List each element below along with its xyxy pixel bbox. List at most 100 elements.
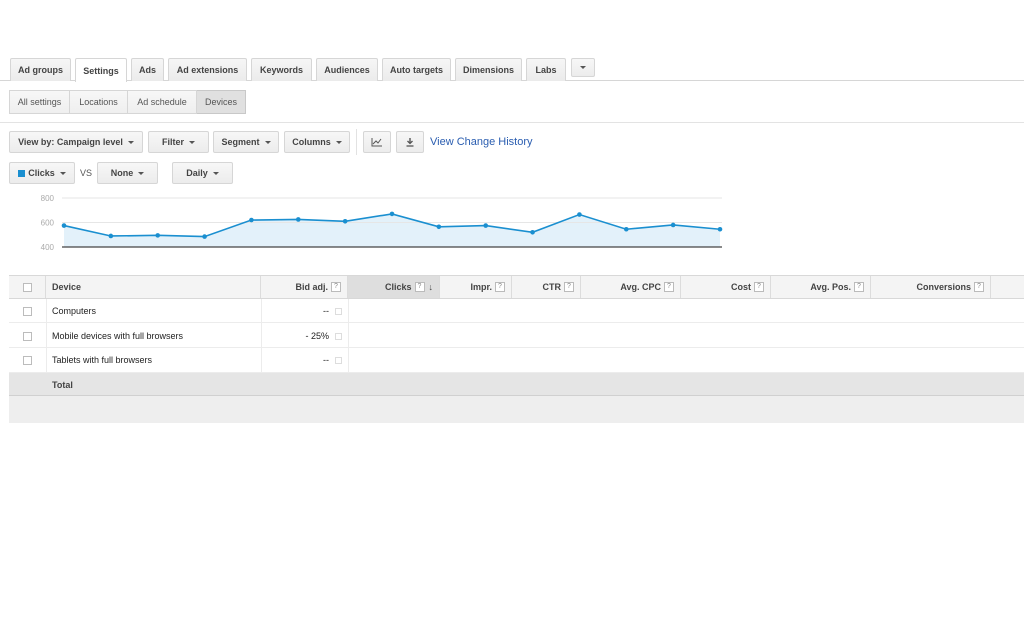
total-row: Total: [9, 373, 1024, 396]
tab-dimensions[interactable]: Dimensions: [455, 58, 522, 81]
chart-data-point[interactable]: [342, 218, 348, 224]
table-row[interactable]: Computers --: [9, 299, 1024, 323]
row-select-cell: [9, 324, 46, 348]
chart-data-point[interactable]: [670, 222, 676, 228]
edit-icon[interactable]: [335, 332, 342, 340]
help-icon[interactable]: ?: [495, 282, 505, 292]
chart-data-point[interactable]: [577, 212, 582, 217]
subtab-ad-schedule[interactable]: Ad schedule: [128, 90, 197, 114]
column-header-avg-pos[interactable]: Avg. Pos. ?: [771, 276, 871, 298]
row-checkbox[interactable]: [23, 306, 32, 316]
edit-icon[interactable]: [335, 307, 342, 315]
chart-data-point[interactable]: [623, 226, 629, 232]
column-header-ctr[interactable]: CTR ?: [512, 276, 581, 298]
help-icon[interactable]: ?: [564, 282, 574, 292]
chart-data-point[interactable]: [61, 223, 67, 228]
column-header-conversions[interactable]: Conversions ?: [871, 276, 991, 298]
chart-data-point[interactable]: [249, 217, 254, 223]
toggle-chart-button[interactable]: [363, 131, 391, 153]
subtab-locations[interactable]: Locations: [70, 90, 128, 114]
chart-data-point[interactable]: [389, 211, 395, 217]
columns-dropdown[interactable]: Columns: [284, 131, 350, 153]
filter-label: Filter: [161, 137, 184, 147]
more-tabs-button[interactable]: [571, 58, 595, 77]
column-header-label: Cost: [731, 282, 751, 292]
total-label: Total: [52, 379, 73, 390]
tab-audiences[interactable]: Audiences: [316, 58, 378, 81]
table-row[interactable]: Mobile devices with full browsers - 25%: [9, 324, 1024, 348]
column-header-label: Clicks: [384, 282, 412, 292]
chart-data-point[interactable]: [717, 226, 723, 232]
sort-descending-icon: ↓: [428, 282, 434, 292]
chevron-down-icon: [138, 171, 145, 175]
download-button[interactable]: [396, 131, 424, 153]
column-header-label: Impr.: [470, 282, 492, 292]
segment-dropdown[interactable]: Segment: [213, 131, 279, 153]
chart-data-point[interactable]: [202, 234, 207, 239]
chart-data-point[interactable]: [295, 217, 301, 222]
bid-adj-cell[interactable]: --: [261, 299, 348, 323]
column-header-cost[interactable]: Cost ?: [681, 276, 771, 298]
column-header-clicks[interactable]: Clicks ? ↓: [348, 276, 440, 298]
tab-ad-extensions[interactable]: Ad extensions: [168, 58, 247, 81]
view-by-label: View by: Campaign level: [18, 137, 123, 147]
tab-keywords[interactable]: Keywords: [251, 58, 312, 81]
tab-settings[interactable]: Settings: [75, 58, 127, 82]
view-by-dropdown[interactable]: View by: Campaign level: [9, 131, 143, 153]
row-checkbox[interactable]: [23, 355, 32, 365]
help-icon[interactable]: ?: [974, 282, 984, 292]
help-icon[interactable]: ?: [414, 282, 425, 292]
table-footer: [9, 396, 1024, 423]
toolbar-separator: [356, 129, 357, 155]
bid-adj-value: --: [323, 355, 329, 365]
column-header-label: Bid adj.: [295, 282, 328, 292]
table-header: Device Bid adj. ? Clicks ? ↓ Impr. ? CTR…: [9, 275, 1024, 299]
bid-adj-cell[interactable]: - 25%: [261, 324, 348, 348]
chart-data-point[interactable]: [155, 233, 161, 238]
metric1-dropdown[interactable]: Clicks: [9, 162, 75, 184]
column-header-bid-adj[interactable]: Bid adj. ?: [261, 276, 348, 298]
section-divider: [0, 122, 1024, 123]
subtab-all-settings[interactable]: All settings: [9, 90, 70, 114]
help-icon[interactable]: ?: [664, 282, 674, 292]
chart-data-point[interactable]: [483, 223, 489, 228]
interval-dropdown[interactable]: Daily: [172, 162, 233, 184]
column-header-label: CTR: [542, 282, 562, 292]
chart-data-point[interactable]: [108, 233, 114, 239]
interval-label: Daily: [186, 168, 208, 178]
device-name: Mobile devices with full browsers: [52, 331, 184, 341]
columns-label: Columns: [292, 137, 331, 147]
performance-chart: 800 600 400: [41, 194, 723, 252]
bid-adj-value: --: [323, 306, 329, 316]
metric2-dropdown[interactable]: None: [97, 162, 158, 184]
column-header-impr[interactable]: Impr. ?: [440, 276, 512, 298]
subtab-devices[interactable]: Devices: [197, 90, 246, 114]
tab-ad-groups[interactable]: Ad groups: [10, 58, 71, 81]
download-icon: [406, 138, 414, 147]
chart-y-tick-label: 400: [41, 243, 55, 252]
help-icon[interactable]: ?: [854, 282, 864, 292]
chart-data-point[interactable]: [436, 224, 442, 230]
tab-labs[interactable]: Labs: [526, 58, 566, 81]
help-icon[interactable]: ?: [331, 282, 341, 292]
chart-y-tick-label: 800: [41, 194, 55, 203]
table-row[interactable]: Tablets with full browsers --: [9, 348, 1024, 373]
chart-area-fill: [64, 213, 720, 247]
bid-adj-cell[interactable]: --: [261, 348, 348, 372]
select-all-checkbox[interactable]: [22, 282, 32, 292]
metric1-color-swatch: [18, 169, 26, 177]
bid-adj-value: - 25%: [305, 331, 329, 341]
edit-icon[interactable]: [335, 356, 342, 364]
column-header-device[interactable]: Device: [46, 276, 261, 298]
tab-auto-targets[interactable]: Auto targets: [382, 58, 451, 81]
chart-data-point[interactable]: [530, 230, 535, 235]
view-change-history-link[interactable]: View Change History: [430, 136, 533, 148]
device-name: Computers: [52, 306, 97, 316]
chevron-down-icon: [127, 140, 134, 144]
tab-ads[interactable]: Ads: [131, 58, 164, 81]
filter-dropdown[interactable]: Filter: [148, 131, 209, 153]
chevron-down-icon: [335, 140, 342, 144]
help-icon[interactable]: ?: [754, 282, 764, 292]
row-checkbox[interactable]: [23, 331, 32, 341]
column-header-avg-cpc[interactable]: Avg. CPC ?: [581, 276, 681, 298]
